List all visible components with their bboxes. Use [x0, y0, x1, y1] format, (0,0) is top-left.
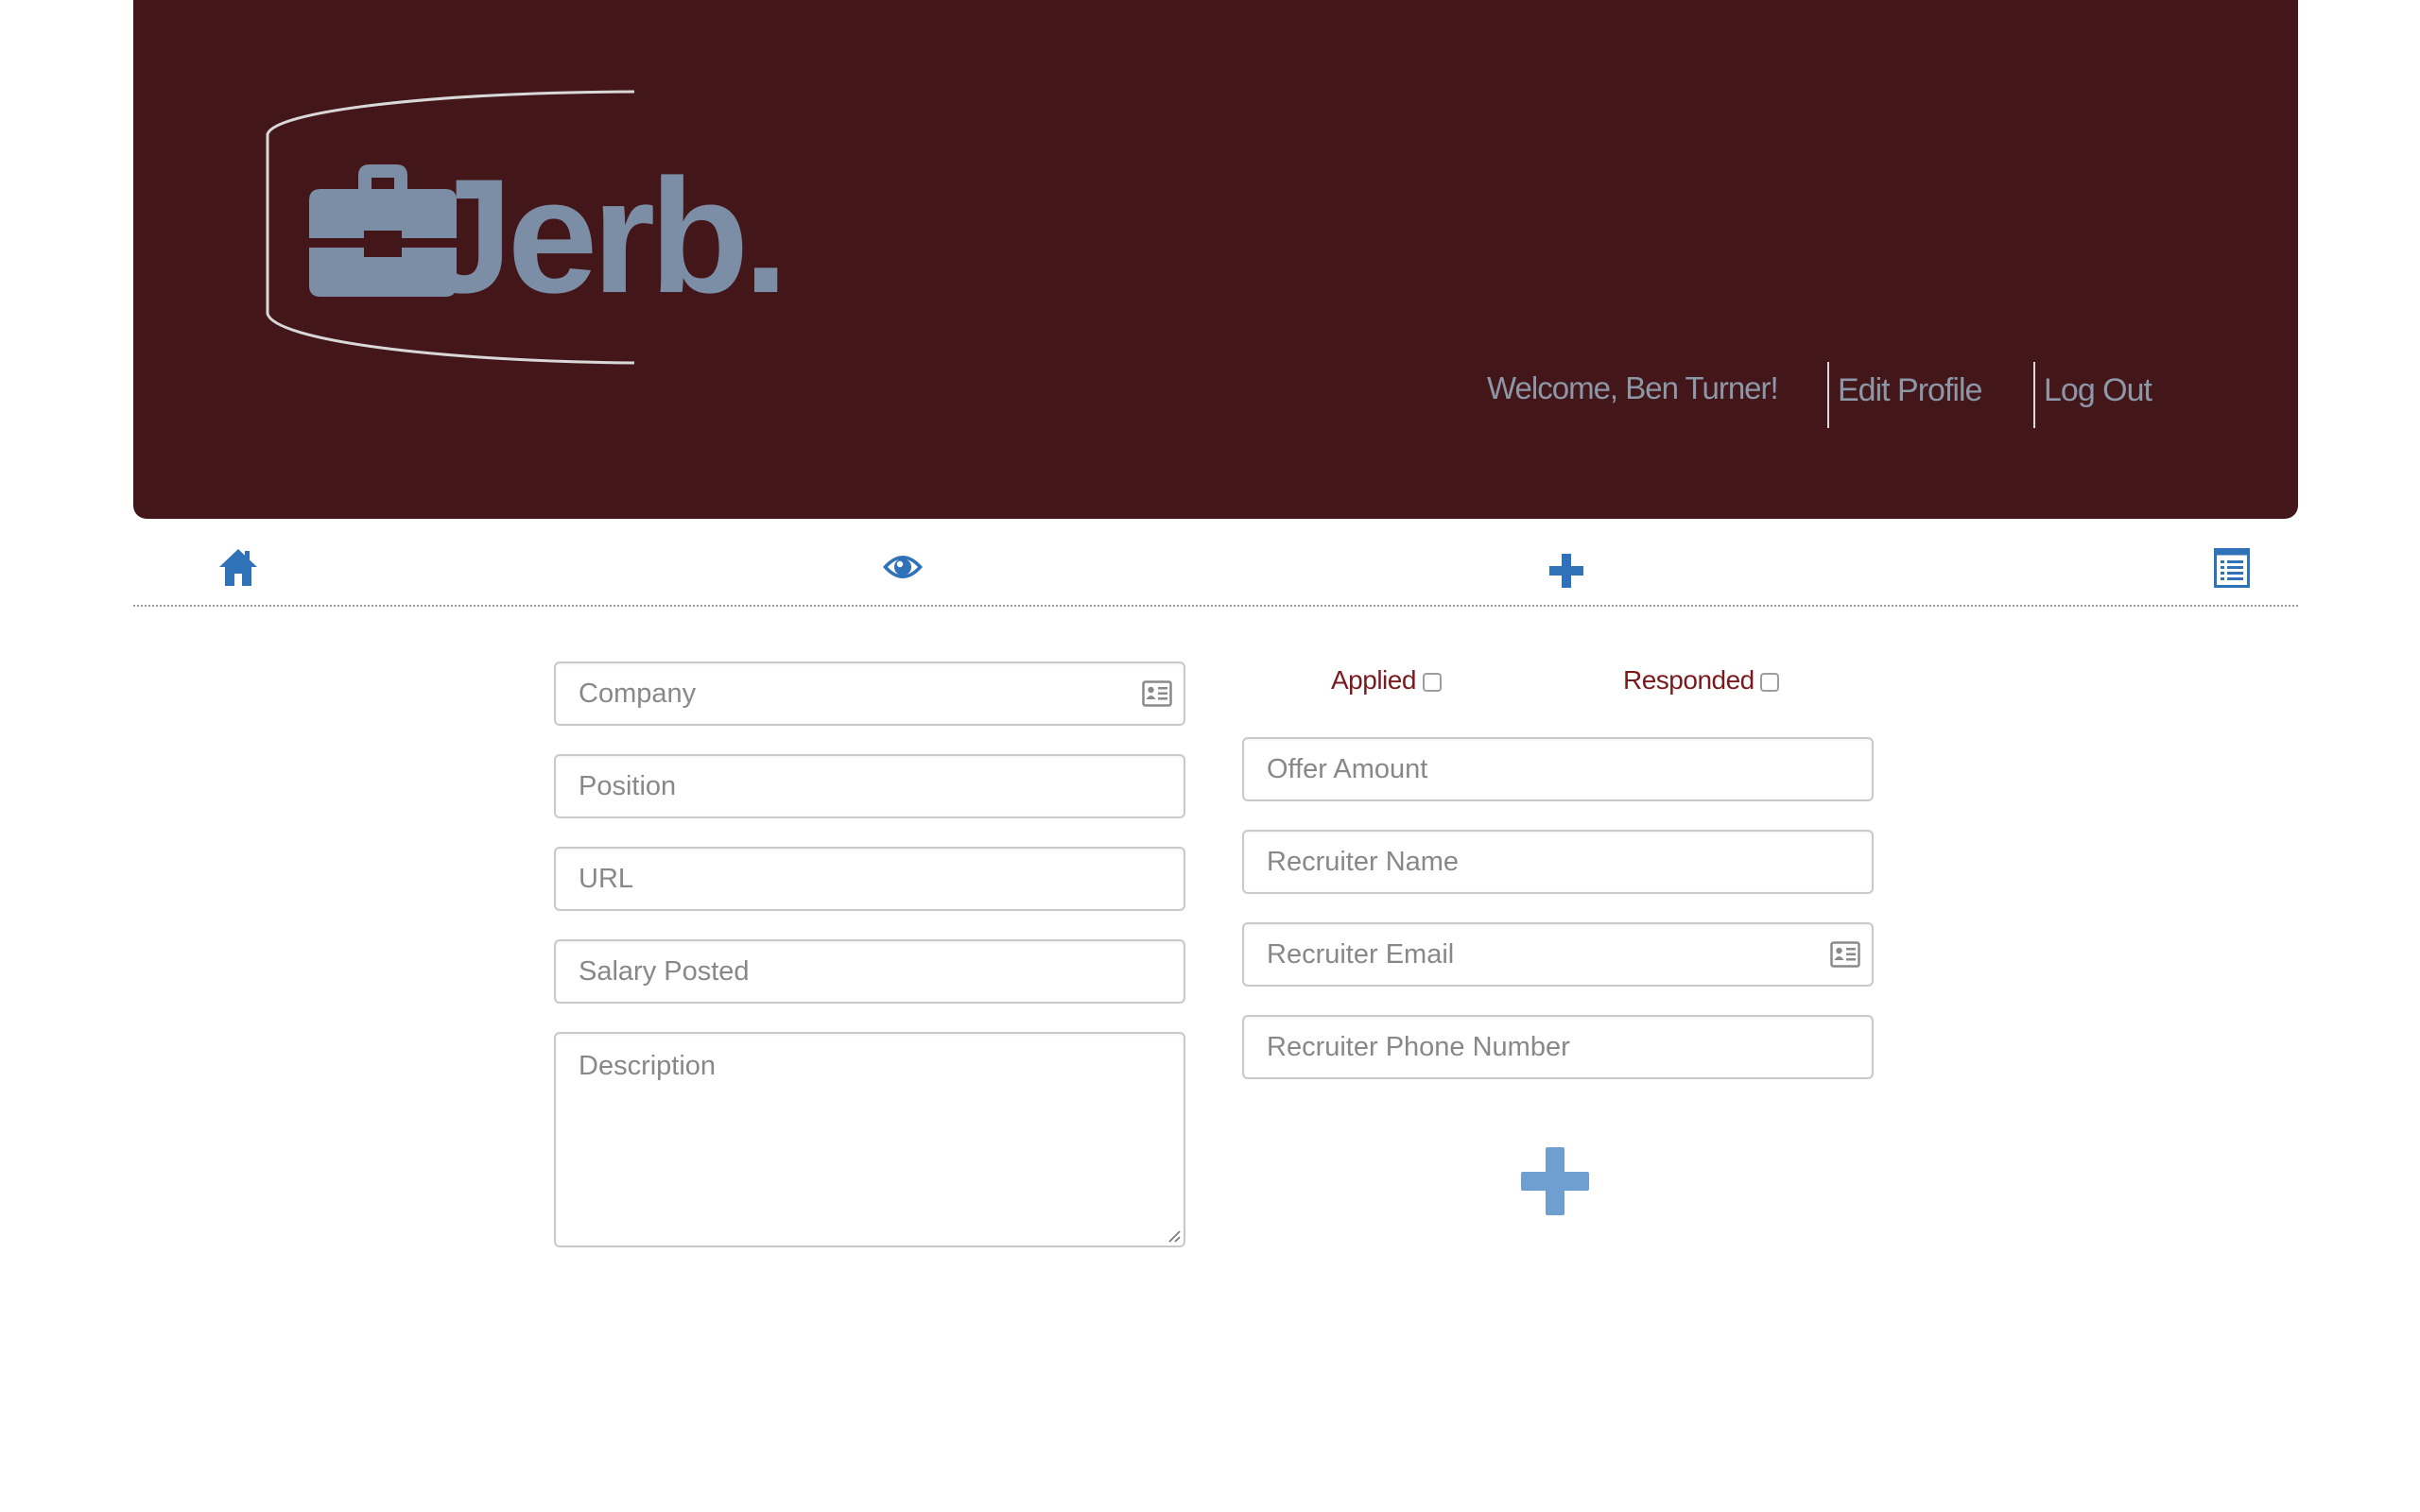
offer-amount-input[interactable] — [1244, 739, 1872, 799]
recruiter-name-input[interactable] — [1244, 832, 1872, 892]
company-input[interactable] — [556, 663, 1184, 724]
list-icon[interactable] — [2214, 548, 2250, 588]
applied-label: Applied — [1331, 665, 1416, 695]
eye-icon[interactable] — [881, 550, 925, 584]
contact-card-icon — [1142, 680, 1172, 707]
offer-amount-field — [1242, 737, 1874, 801]
recruiter-phone-field — [1242, 1015, 1874, 1079]
position-input[interactable] — [556, 756, 1184, 816]
position-field — [554, 754, 1185, 818]
url-input[interactable] — [556, 849, 1184, 909]
add-job-button[interactable] — [1519, 1145, 1591, 1217]
header: Jerb. — [133, 0, 2298, 519]
contact-card-icon — [1830, 941, 1860, 968]
icon-nav-bar — [133, 529, 2298, 607]
welcome-message: Welcome, Ben Turner! — [1487, 370, 1779, 405]
home-icon[interactable] — [217, 546, 259, 588]
recruiter-phone-input[interactable] — [1244, 1017, 1872, 1077]
plus-icon[interactable] — [1547, 552, 1585, 590]
edit-profile-link[interactable]: Edit Profile — [1838, 372, 1982, 409]
nav-divider — [2033, 362, 2035, 428]
brand-name: Jerb. — [423, 146, 788, 327]
responded-label: Responded — [1623, 665, 1754, 695]
log-out-link[interactable]: Log Out — [2044, 372, 2152, 409]
applied-checkbox[interactable] — [1423, 673, 1442, 692]
description-field — [554, 1032, 1185, 1247]
salary-posted-input[interactable] — [556, 941, 1184, 1002]
responded-checkbox[interactable] — [1760, 673, 1779, 692]
recruiter-email-field — [1242, 922, 1874, 987]
salary-posted-field — [554, 939, 1185, 1004]
recruiter-name-field — [1242, 830, 1874, 894]
recruiter-email-input[interactable] — [1244, 924, 1872, 985]
company-field — [554, 662, 1185, 726]
nav-divider — [1827, 362, 1829, 428]
page: Jerb. Welcome, Ben Turner! Edit Profile … — [0, 0, 2420, 1512]
description-textarea[interactable] — [556, 1034, 1184, 1246]
logo[interactable]: Jerb. — [247, 87, 908, 370]
url-field — [554, 847, 1185, 911]
resize-handle-icon[interactable] — [1167, 1228, 1182, 1244]
